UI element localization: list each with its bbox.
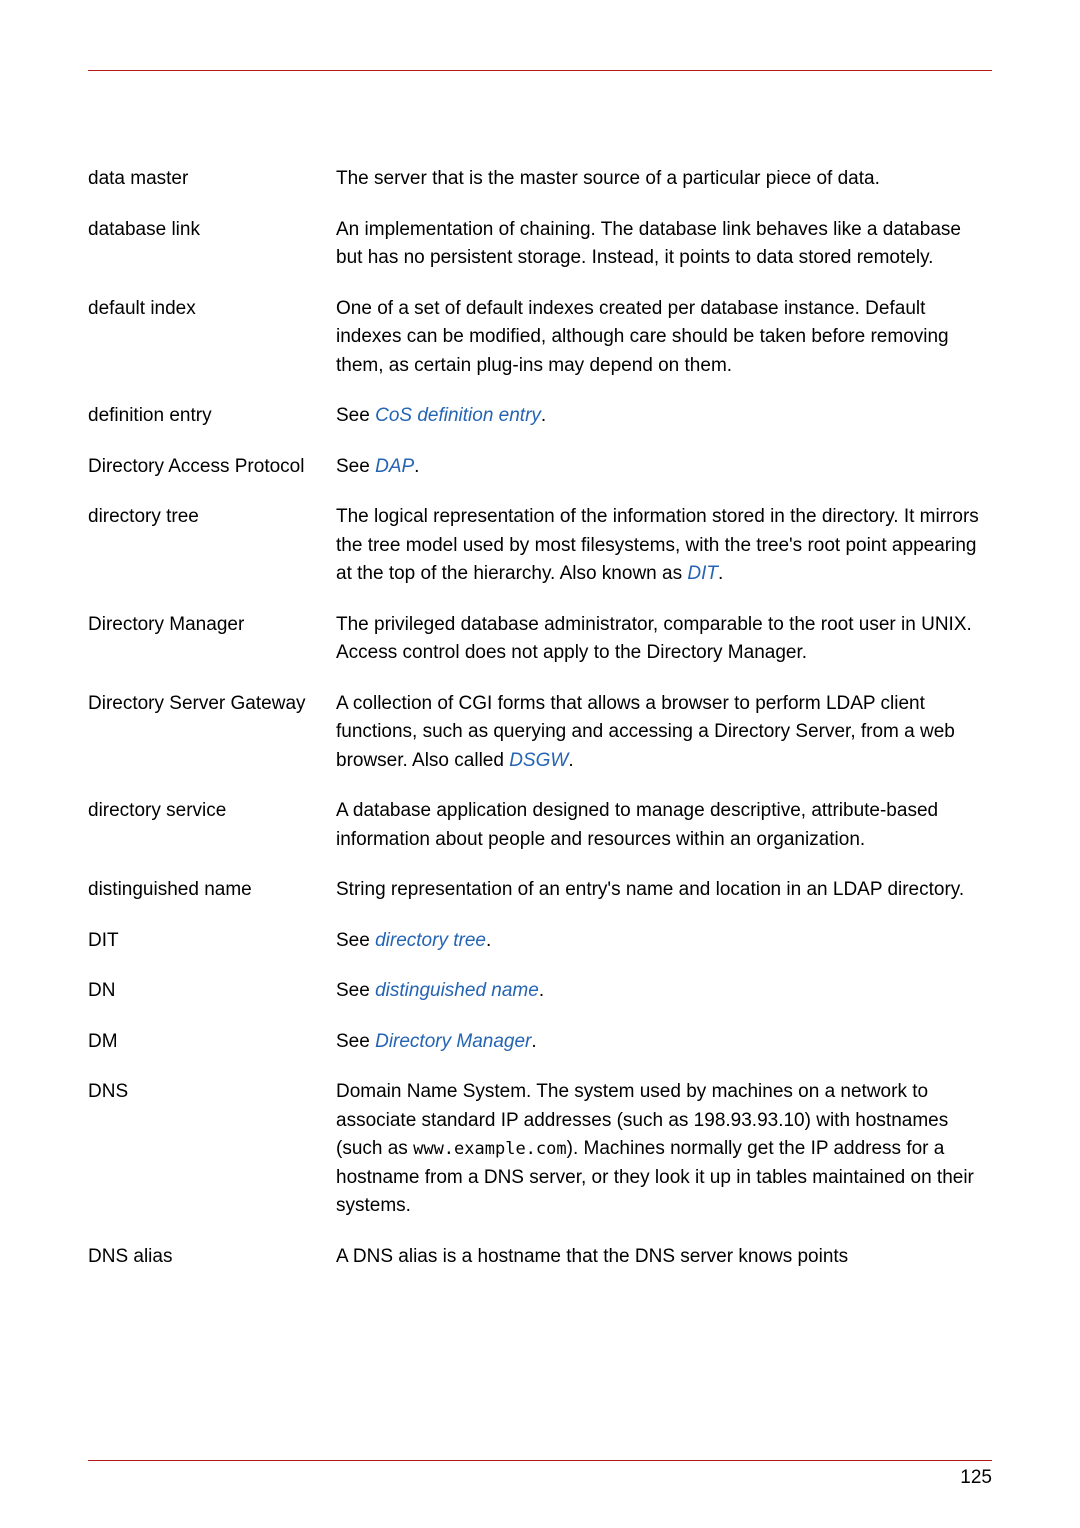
cross-reference-link[interactable]: DSGW xyxy=(509,750,568,771)
cross-reference-link[interactable]: DAP xyxy=(375,456,414,477)
glossary-term: Directory Access Protocol xyxy=(88,453,336,482)
glossary-term: DNS alias xyxy=(88,1243,336,1272)
glossary-definition: The server that is the master source of … xyxy=(336,165,992,194)
glossary-term: DN xyxy=(88,977,336,1006)
glossary-entry: DNSee distinguished name. xyxy=(88,977,992,1006)
cross-reference-link[interactable]: Directory Manager xyxy=(375,1031,531,1052)
glossary-definition: See Directory Manager. xyxy=(336,1028,992,1057)
definition-text: See xyxy=(336,405,375,426)
glossary-term: directory tree xyxy=(88,503,336,532)
cross-reference-link[interactable]: distinguished name xyxy=(375,980,539,1001)
definition-text: . xyxy=(541,405,546,426)
glossary-definition: One of a set of default indexes created … xyxy=(336,295,992,381)
glossary-entry: definition entrySee CoS definition entry… xyxy=(88,402,992,431)
glossary-term: DIT xyxy=(88,927,336,956)
glossary-term: database link xyxy=(88,216,336,245)
glossary-term: data master xyxy=(88,165,336,194)
definition-text: The privileged database administrator, c… xyxy=(336,614,972,664)
glossary-term: Directory Manager xyxy=(88,611,336,640)
glossary-entry: DNSDomain Name System. The system used b… xyxy=(88,1078,992,1221)
glossary-term: default index xyxy=(88,295,336,324)
glossary-entry: Directory Access ProtocolSee DAP. xyxy=(88,453,992,482)
glossary-definition: String representation of an entry's name… xyxy=(336,876,992,905)
definition-text: . xyxy=(568,750,573,771)
glossary-definition: A database application designed to manag… xyxy=(336,797,992,854)
definition-text: One of a set of default indexes created … xyxy=(336,298,949,376)
glossary-entry: database linkAn implementation of chaini… xyxy=(88,216,992,273)
glossary-term: DNS xyxy=(88,1078,336,1107)
definition-text: String representation of an entry's name… xyxy=(336,879,964,900)
glossary-list: data masterThe server that is the master… xyxy=(88,165,992,1293)
definition-text: . xyxy=(414,456,419,477)
glossary-entry: data masterThe server that is the master… xyxy=(88,165,992,194)
definition-text: A database application designed to manag… xyxy=(336,800,938,850)
glossary-term: definition entry xyxy=(88,402,336,431)
definition-text: See xyxy=(336,980,375,1001)
definition-text: . xyxy=(718,563,723,584)
glossary-term: DM xyxy=(88,1028,336,1057)
glossary-term: Directory Server Gateway xyxy=(88,690,336,719)
definition-text: . xyxy=(531,1031,536,1052)
definition-text: See xyxy=(336,930,375,951)
definition-text: A collection of CGI forms that allows a … xyxy=(336,693,955,771)
glossary-entry: default indexOne of a set of default ind… xyxy=(88,295,992,381)
glossary-definition: An implementation of chaining. The datab… xyxy=(336,216,992,273)
cross-reference-link[interactable]: DIT xyxy=(687,563,718,584)
glossary-entry: DNS aliasA DNS alias is a hostname that … xyxy=(88,1243,992,1272)
cross-reference-link[interactable]: CoS definition entry xyxy=(375,405,541,426)
glossary-definition: A collection of CGI forms that allows a … xyxy=(336,690,992,776)
glossary-definition: See CoS definition entry. xyxy=(336,402,992,431)
glossary-entry: DMSee Directory Manager. xyxy=(88,1028,992,1057)
cross-reference-link[interactable]: directory tree xyxy=(375,930,486,951)
glossary-definition: Domain Name System. The system used by m… xyxy=(336,1078,992,1221)
glossary-definition: The logical representation of the inform… xyxy=(336,503,992,589)
page-number: 125 xyxy=(960,1464,992,1493)
glossary-definition: A DNS alias is a hostname that the DNS s… xyxy=(336,1243,992,1272)
glossary-entry: DITSee directory tree. xyxy=(88,927,992,956)
glossary-definition: See DAP. xyxy=(336,453,992,482)
glossary-term: distinguished name xyxy=(88,876,336,905)
definition-text: See xyxy=(336,1031,375,1052)
glossary-entry: directory treeThe logical representation… xyxy=(88,503,992,589)
definition-text: . xyxy=(486,930,491,951)
definition-text: An implementation of chaining. The datab… xyxy=(336,219,961,269)
code-text: www.example.com xyxy=(413,1139,567,1159)
glossary-definition: See distinguished name. xyxy=(336,977,992,1006)
glossary-term: directory service xyxy=(88,797,336,826)
header-rule xyxy=(88,70,992,71)
footer-rule xyxy=(88,1460,992,1461)
glossary-entry: directory serviceA database application … xyxy=(88,797,992,854)
glossary-entry: Directory Server GatewayA collection of … xyxy=(88,690,992,776)
glossary-entry: Directory ManagerThe privileged database… xyxy=(88,611,992,668)
definition-text: The logical representation of the inform… xyxy=(336,506,979,584)
glossary-definition: The privileged database administrator, c… xyxy=(336,611,992,668)
definition-text: A DNS alias is a hostname that the DNS s… xyxy=(336,1246,848,1267)
definition-text: The server that is the master source of … xyxy=(336,168,880,189)
glossary-definition: See directory tree. xyxy=(336,927,992,956)
definition-text: See xyxy=(336,456,375,477)
glossary-entry: distinguished nameString representation … xyxy=(88,876,992,905)
definition-text: . xyxy=(539,980,544,1001)
